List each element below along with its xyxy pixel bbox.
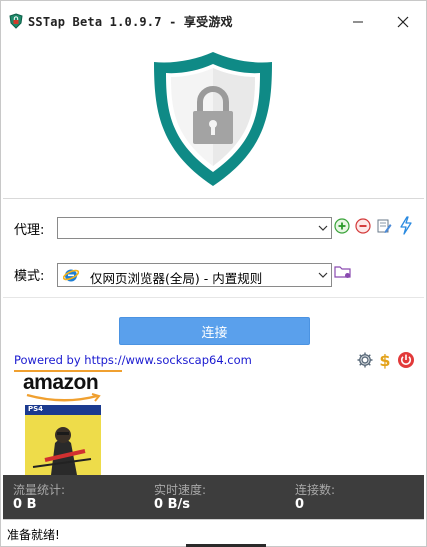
- mode-value: 仅网页浏览器(全局) - 内置规则: [90, 271, 263, 286]
- svg-text:$: $: [379, 351, 390, 369]
- minimize-button[interactable]: [335, 1, 381, 42]
- connect-button[interactable]: 连接: [119, 317, 310, 345]
- proxy-select[interactable]: [57, 217, 332, 239]
- sstap-window: SSTap Beta 1.0.9.7 - 享受游戏 代理: 模式: 仅网页浏览器…: [0, 0, 427, 547]
- settings-panel: 代理: 模式: 仅网页浏览器(全局) - 内置规则: [3, 198, 424, 298]
- stats-bar: 流量统计: 0 B 实时速度: 0 B/s 连接数: 0: [3, 475, 424, 519]
- connections-value: 0: [295, 497, 305, 512]
- speed-value: 0 B/s: [154, 497, 190, 512]
- title-bar[interactable]: SSTap Beta 1.0.9.7 - 享受游戏: [1, 1, 426, 42]
- ps4-label: PS4: [28, 405, 44, 413]
- app-shield-icon: [9, 13, 23, 29]
- dollar-icon[interactable]: $: [376, 351, 394, 369]
- shield-area: [1, 42, 426, 198]
- game-cover-image[interactable]: PS4: [25, 405, 101, 475]
- status-bar: 准备就绪!: [3, 519, 424, 546]
- proxy-label: 代理:: [14, 223, 45, 238]
- amazon-smile-icon: [26, 393, 101, 402]
- minimize-icon: [353, 21, 363, 22]
- close-icon: [397, 16, 409, 27]
- status-text: 准备就绪!: [7, 528, 60, 542]
- lock-shield-icon: [154, 52, 272, 186]
- power-icon[interactable]: [397, 351, 415, 369]
- ie-browser-icon: [63, 269, 79, 282]
- mode-label: 模式:: [14, 269, 45, 284]
- game-art-image: [25, 415, 101, 475]
- remove-proxy-icon[interactable]: [355, 218, 371, 234]
- chevron-down-icon: [318, 272, 328, 278]
- chevron-down-icon: [318, 225, 328, 231]
- edit-proxy-icon[interactable]: [376, 218, 392, 234]
- rules-folder-icon[interactable]: [334, 264, 352, 280]
- speed-label: 实时速度:: [154, 483, 207, 497]
- add-proxy-icon[interactable]: [334, 218, 350, 234]
- gear-icon[interactable]: [356, 351, 374, 369]
- window-title: SSTap Beta 1.0.9.7 - 享受游戏: [28, 15, 233, 29]
- lightning-icon[interactable]: [399, 216, 413, 235]
- traffic-value: 0 B: [13, 497, 37, 512]
- ps4-banner: PS4: [25, 405, 101, 415]
- mode-select[interactable]: 仅网页浏览器(全局) - 内置规则: [57, 263, 332, 287]
- powered-by-link[interactable]: Powered by https://www.sockscap64.com: [14, 353, 252, 367]
- close-button[interactable]: [380, 1, 426, 42]
- amazon-logo[interactable]: amazon: [23, 371, 99, 395]
- traffic-label: 流量统计:: [13, 483, 66, 497]
- connections-label: 连接数:: [295, 483, 336, 497]
